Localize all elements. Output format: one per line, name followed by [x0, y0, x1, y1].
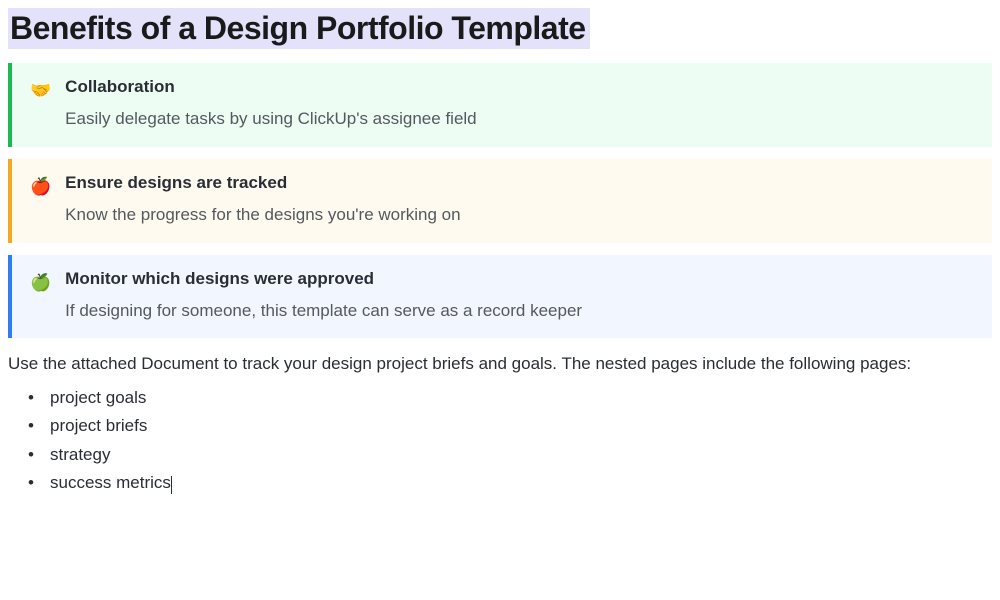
callout-description: Easily delegate tasks by using ClickUp's…	[65, 107, 974, 131]
list-item[interactable]: success metrics	[28, 469, 992, 497]
callout-description: If designing for someone, this template …	[65, 299, 974, 323]
callout-body: 🍏 Monitor which designs were approved If d…	[12, 255, 992, 339]
callout-description: Know the progress for the designs you're…	[65, 203, 974, 227]
callout-title: Ensure designs are tracked	[65, 173, 974, 193]
callout-emoji-icon: 🍎	[30, 174, 51, 200]
callout-emoji-icon: 🍏	[30, 270, 51, 296]
callout-block[interactable]: 🤝 Collaboration Easily delegate tasks by u…	[8, 63, 992, 147]
page-title[interactable]: Benefits of a Design Portfolio Template	[8, 8, 590, 49]
callout-block[interactable]: 🍏 Monitor which designs were approved If d…	[8, 255, 992, 339]
callout-emoji-icon: 🤝	[30, 78, 51, 104]
callout-text: Monitor which designs were approved If de…	[65, 269, 974, 323]
callout-text: Ensure designs are tracked Know the progr…	[65, 173, 974, 227]
callout-text: Collaboration Easily delegate tasks by us…	[65, 77, 974, 131]
text-cursor	[171, 476, 172, 494]
nested-pages-list[interactable]: project goalsproject briefsstrategysucce…	[8, 384, 992, 496]
callout-body: 🍎 Ensure designs are tracked Know the prog…	[12, 159, 992, 243]
list-item[interactable]: strategy	[28, 441, 992, 469]
intro-paragraph[interactable]: Use the attached Document to track your …	[8, 350, 992, 378]
list-item[interactable]: project briefs	[28, 412, 992, 440]
list-item[interactable]: project goals	[28, 384, 992, 412]
callout-body: 🤝 Collaboration Easily delegate tasks by u…	[12, 63, 992, 147]
callout-title: Collaboration	[65, 77, 974, 97]
callout-block[interactable]: 🍎 Ensure designs are tracked Know the prog…	[8, 159, 992, 243]
callout-title: Monitor which designs were approved	[65, 269, 974, 289]
